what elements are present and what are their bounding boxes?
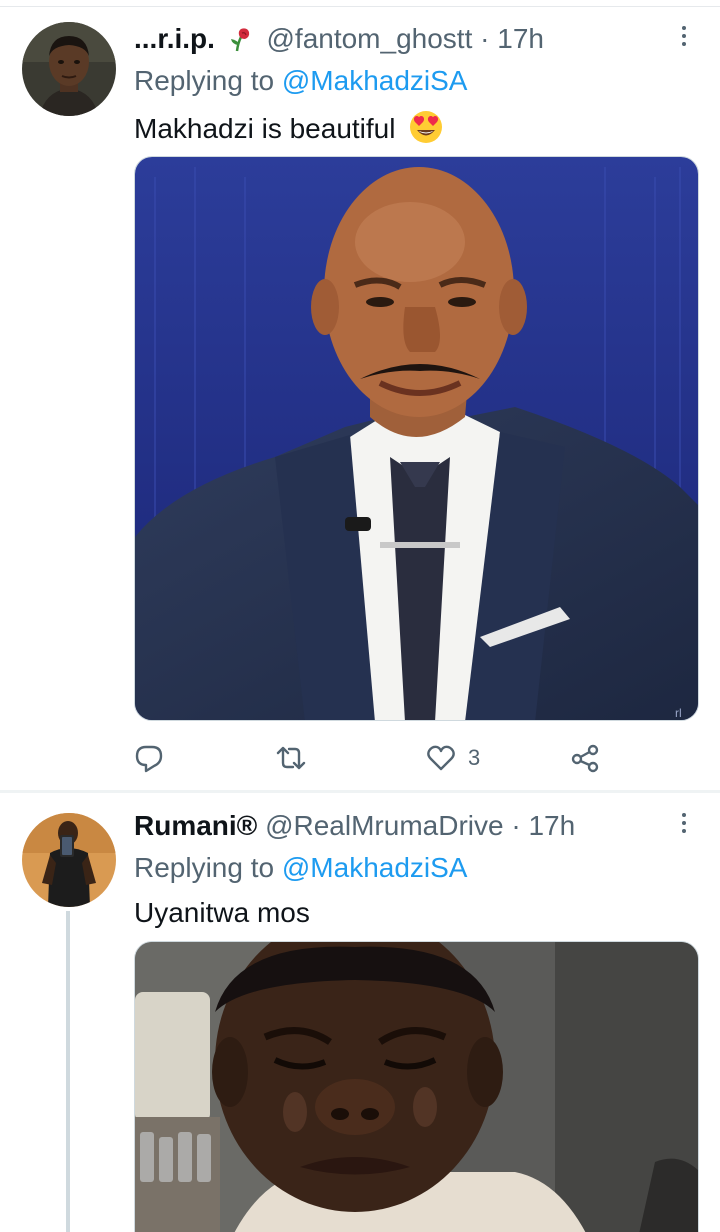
handle[interactable]: @RealMrumaDrive [265, 810, 503, 841]
replying-to-label: Replying to [134, 852, 275, 883]
display-name[interactable]: ...r.i.p. [134, 23, 215, 54]
replying-to: Replying to @MakhadziSA [134, 64, 467, 98]
reply-icon [135, 745, 163, 773]
like-count: 3 [468, 745, 481, 770]
tweet[interactable]: Rumani® @RealMrumaDrive · 17h Replying t… [0, 793, 720, 1232]
avatar[interactable] [22, 22, 116, 116]
replying-to-label: Replying to [134, 65, 275, 96]
replying-to: Replying to @MakhadziSA [134, 851, 467, 885]
handle[interactable]: @fantom_ghostt [266, 23, 472, 54]
tweet[interactable]: ...r.i.p. @fantom_ghostt · 17h Replying … [0, 0, 720, 790]
heart-eyes-emoji-icon [409, 110, 443, 152]
share-button[interactable] [570, 738, 600, 778]
heart-icon [427, 745, 455, 771]
tweet-header: Rumani® @RealMrumaDrive · 17h [134, 809, 680, 843]
tweet-header: ...r.i.p. @fantom_ghostt · 17h [134, 22, 680, 56]
reply-button[interactable] [134, 738, 176, 778]
share-icon [571, 744, 599, 773]
tweet-text-content: Makhadzi is beautiful [134, 113, 396, 144]
mention-link[interactable]: @MakhadziSA [282, 65, 468, 96]
mention-link[interactable]: @MakhadziSA [282, 852, 468, 883]
thread-line [66, 911, 70, 1232]
avatar[interactable] [22, 813, 116, 907]
separator: · [480, 23, 490, 54]
retweet-icon [276, 746, 306, 770]
tweet-text: Uyanitwa mos [134, 896, 310, 930]
timestamp[interactable]: 17h [528, 810, 575, 841]
svg-text:rl: rl [675, 706, 682, 720]
tweet-text-content: Uyanitwa mos [134, 897, 310, 928]
tweet-actions: 3 [134, 738, 604, 778]
tweet-text: Makhadzi is beautiful [134, 110, 443, 152]
separator: · [511, 810, 521, 841]
more-options-icon[interactable] [674, 22, 694, 52]
timestamp[interactable]: 17h [497, 23, 544, 54]
display-name[interactable]: Rumani® [134, 810, 257, 841]
retweet-button[interactable] [274, 738, 320, 778]
like-button[interactable]: 3 [426, 738, 480, 778]
tweet-image[interactable]: rl [134, 156, 699, 721]
wilted-rose-icon [227, 25, 255, 53]
more-options-icon[interactable] [674, 809, 694, 839]
tweet-image[interactable] [134, 941, 699, 1232]
